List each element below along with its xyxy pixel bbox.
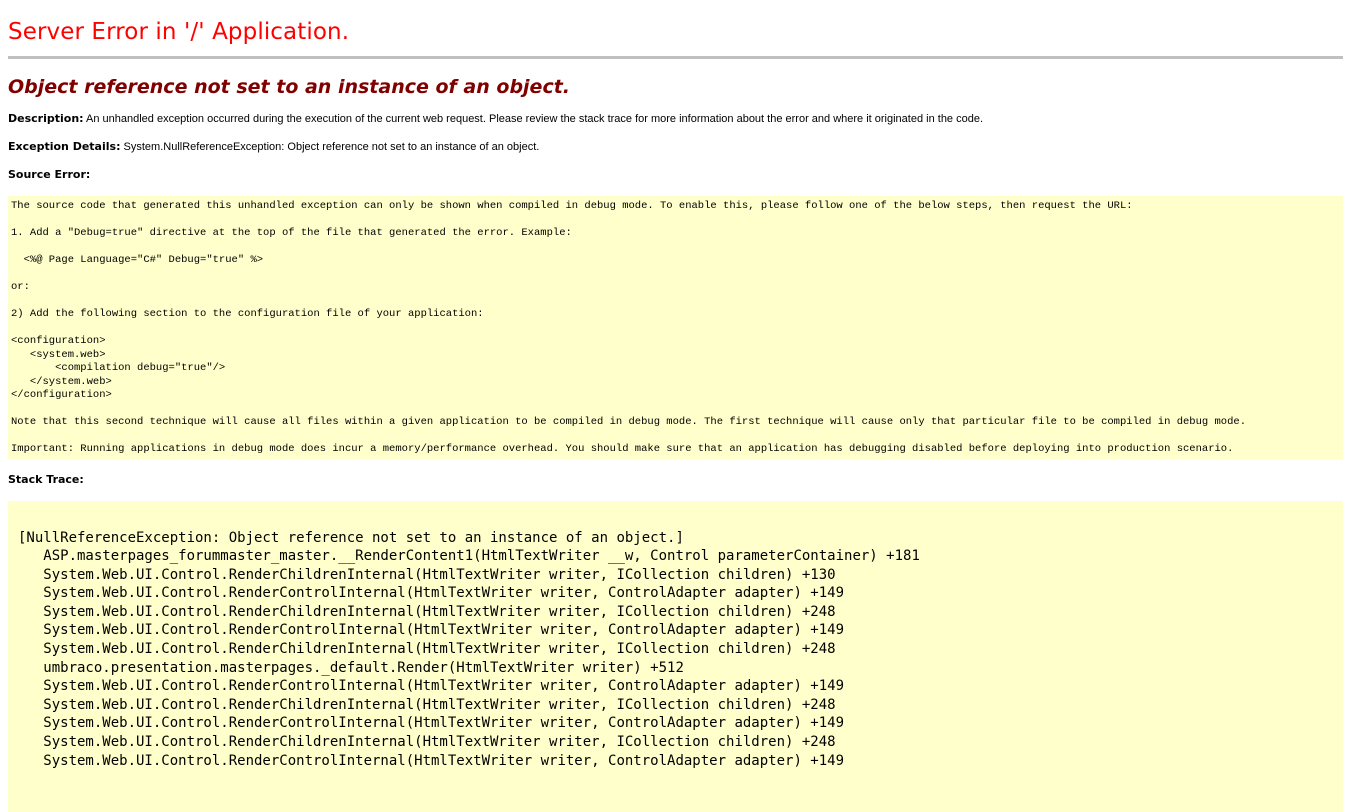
source-error-line: <compilation debug="true"/> (11, 362, 226, 374)
stack-trace-line: System.Web.UI.Control.RenderControlInter… (18, 622, 845, 639)
error-subtitle: Object reference not set to an instance … (8, 76, 571, 98)
source-error-line: 1. Add a "Debug=true" directive at the t… (11, 227, 572, 239)
source-error-line: 2) Add the following section to the conf… (11, 308, 484, 320)
exception-details-line: Exception Details: System.NullReferenceE… (8, 140, 1337, 154)
page-title: Server Error in '/' Application. (8, 19, 350, 45)
stack-trace-line: ASP.masterpages_forummaster_master.__Ren… (18, 548, 920, 565)
source-error-label: Source Error: (8, 168, 91, 181)
stack-trace-line: System.Web.UI.Control.RenderControlInter… (18, 678, 845, 695)
stack-trace-line: [NullReferenceException: Object referenc… (18, 529, 684, 546)
description-label: Description: (8, 112, 84, 125)
stack-trace-line: System.Web.UI.Control.RenderControlInter… (18, 752, 845, 769)
stack-trace-line: System.Web.UI.Control.RenderChildrenInte… (18, 566, 836, 583)
description-text: An unhandled exception occurred during t… (83, 113, 984, 125)
source-error-line: <%@ Page Language="C#" Debug="true" %> (11, 254, 264, 266)
source-error-heading: Source Error: (8, 168, 1337, 182)
stack-trace-line: System.Web.UI.Control.RenderControlInter… (18, 715, 845, 732)
source-error-line: The source code that generated this unha… (11, 200, 1133, 212)
stack-trace-line: System.Web.UI.Control.RenderChildrenInte… (18, 641, 836, 658)
stack-trace-line: umbraco.presentation.masterpages._defaul… (18, 659, 684, 676)
source-error-line: <configuration> (11, 335, 106, 347)
source-error-line: </system.web> (11, 375, 112, 388)
error-page: Server Error in '/' Application. Object … (0, 0, 1345, 812)
source-error-block: The source code that generated this unha… (8, 196, 1343, 459)
stack-trace-line: System.Web.UI.Control.RenderChildrenInte… (18, 603, 836, 620)
description-line: Description: An unhandled exception occu… (8, 112, 1337, 126)
source-error-line: Note that this second technique will cau… (11, 416, 1247, 428)
exception-details-text: System.NullReferenceException: Object re… (120, 141, 540, 153)
stack-trace-line: System.Web.UI.Control.RenderChildrenInte… (18, 734, 836, 751)
source-error-line: </configuration> (11, 389, 112, 401)
exception-details-label: Exception Details: (8, 140, 121, 153)
stack-trace-label: Stack Trace: (8, 472, 84, 486)
source-error-line: or: (11, 281, 30, 293)
stack-trace-line: System.Web.UI.Control.RenderChildrenInte… (18, 696, 836, 713)
stack-trace-heading: Stack Trace: (8, 473, 1337, 487)
source-error-line: <system.web> (11, 348, 106, 361)
stack-trace-line: System.Web.UI.Control.RenderControlInter… (18, 585, 845, 602)
stack-trace-block: [NullReferenceException: Object referenc… (8, 500, 1343, 812)
source-error-line: Important: Running applications in debug… (11, 443, 1234, 455)
